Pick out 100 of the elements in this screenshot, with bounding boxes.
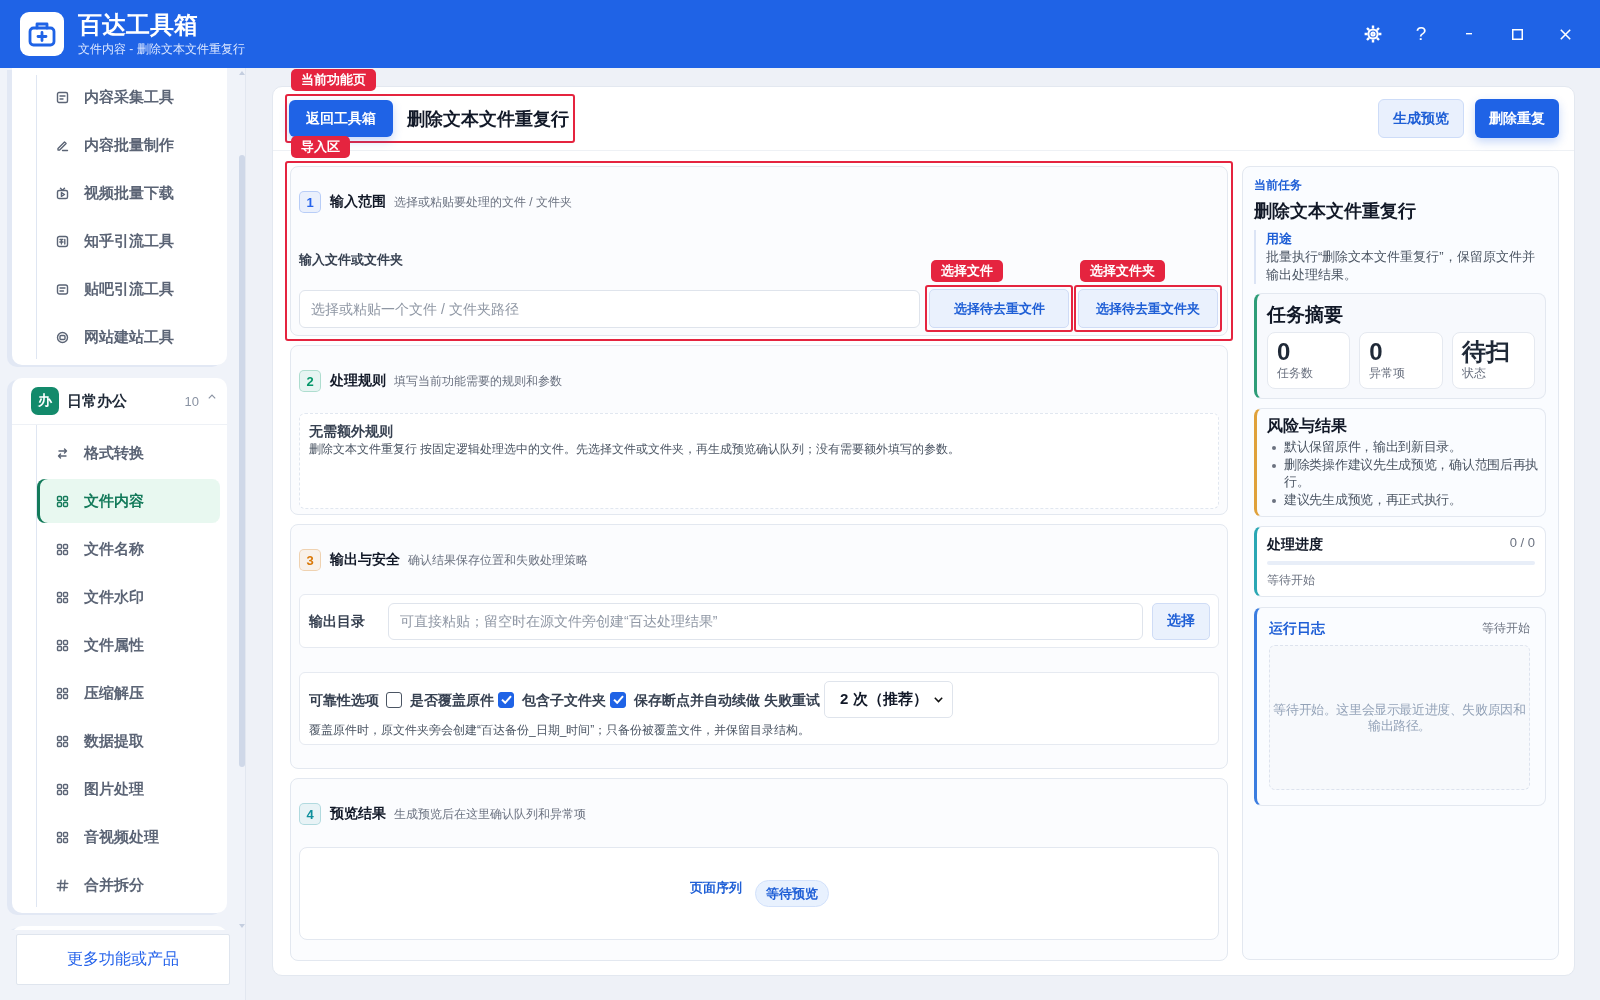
task-title: 删除文本文件重复行 <box>1254 200 1417 223</box>
checkbox[interactable] <box>386 691 402 708</box>
chevron-down-icon <box>934 696 943 703</box>
card-title: 运行日志 <box>1269 619 1325 637</box>
checkmark-icon <box>500 695 512 704</box>
gear-icon <box>1364 25 1382 43</box>
ring-icon <box>56 330 69 344</box>
nav-item[interactable]: 文件水印 <box>37 575 220 619</box>
action-button[interactable]: 删除重复 <box>1475 99 1559 138</box>
card-title: 风险与结果 <box>1267 416 1348 436</box>
nav-item[interactable]: 格式转换 <box>37 431 220 475</box>
swap-arrows-icon <box>56 446 69 460</box>
section-title: 处理规则 <box>330 372 386 390</box>
group-badge: 办 <box>31 387 59 415</box>
step-badge: 1 <box>299 191 321 213</box>
app-title: 百达工具箱 <box>78 11 199 39</box>
path-input[interactable]: 选择或粘贴一个文件 / 文件夹路径 <box>299 289 920 328</box>
section-description: 选择或粘贴要处理的文件 / 文件夹 <box>394 193 572 211</box>
nav-item[interactable]: 内容批量制作 <box>37 123 220 167</box>
eyebrow-text: 当前任务 <box>1254 177 1303 193</box>
risk-text: 默认保留原件，输出到新目录。 <box>1284 439 1462 456</box>
step-badge: 2 <box>299 370 321 392</box>
bullet-icon <box>1272 498 1276 503</box>
section-title: 输出与安全 <box>330 551 400 569</box>
grid-icon <box>56 686 69 700</box>
option-label: 是否覆盖原件 <box>410 690 494 709</box>
stat-value: 0 <box>1277 338 1292 366</box>
step-badge: 3 <box>299 549 321 571</box>
callout-label: 导入区 <box>291 136 350 158</box>
grid-icon <box>56 830 69 844</box>
chevron-up-icon[interactable] <box>208 394 216 399</box>
nav-item[interactable]: 压缩解压 <box>37 671 220 715</box>
bullet-icon <box>1272 446 1276 450</box>
nav-item[interactable]: 视频批量下载 <box>37 171 220 215</box>
note-icon <box>56 282 69 296</box>
grid-icon <box>56 494 69 508</box>
card-title: 任务摘要 <box>1267 303 1344 327</box>
section-title: 输入范围 <box>330 193 386 211</box>
select-button[interactable]: 选择待去重文件 <box>929 289 1069 328</box>
field-label: 输入文件或文件夹 <box>299 251 404 269</box>
progress-status: 等待开始 <box>1267 572 1316 588</box>
section-description: 生成预览后在这里确认队列和异常项 <box>394 805 586 823</box>
minimize-icon <box>1466 33 1472 35</box>
nav-item[interactable]: 内容采集工具 <box>37 75 220 119</box>
nav-item[interactable]: 网站建站工具 <box>37 315 220 359</box>
nav-item[interactable]: 文件名称 <box>37 527 220 571</box>
checkbox[interactable] <box>498 691 514 708</box>
app-subtitle: 文件内容 - 删除文本文件重复行 <box>78 41 245 57</box>
nav-item[interactable]: 音视频处理 <box>37 815 220 859</box>
nav-item[interactable]: 知乎引流工具 <box>37 219 220 263</box>
section-description: 填写当前功能需要的规则和参数 <box>394 372 562 390</box>
nav-item[interactable]: 数据提取 <box>37 719 220 763</box>
document-icon <box>56 90 69 104</box>
square-icon <box>56 234 69 248</box>
triangle-down-icon <box>239 924 245 928</box>
callout-label: 选择文件 <box>931 260 1003 282</box>
preview-label: 页面序列 <box>689 879 742 897</box>
log-status: 等待开始 <box>1482 620 1530 636</box>
back-button[interactable]: 返回工具箱 <box>289 100 393 137</box>
more-products-button[interactable]: 更多功能或产品 <box>16 934 230 985</box>
section-description: 确认结果保存位置和失败处理策略 <box>408 551 588 569</box>
group-title[interactable]: 日常办公 <box>67 391 127 411</box>
note-text: 覆盖原件时，原文件夹旁会创建“百达备份_日期_时间”；只备份被覆盖文件，并保留目录结构。 <box>309 722 812 738</box>
nav-item[interactable]: 合并拆分 <box>37 863 220 907</box>
nav-item[interactable]: 文件属性 <box>37 623 220 667</box>
rule-title: 无需额外规则 <box>309 422 394 440</box>
choose-button[interactable]: 选择 <box>1152 602 1210 640</box>
section-title: 预览结果 <box>330 805 386 823</box>
page-title: 删除文本文件重复行 <box>407 107 569 131</box>
hash-icon <box>56 878 69 892</box>
output-folder-input[interactable]: 可直接粘贴；留空时在源文件旁创建“百达处理结果” <box>388 602 1143 640</box>
stat-label: 任务数 <box>1277 365 1314 381</box>
triangle-up-icon <box>239 71 245 75</box>
progress-count: 0 / 0 <box>1509 534 1535 550</box>
checkmark-icon <box>612 695 624 704</box>
stat-value: 待扫 <box>1461 338 1511 366</box>
option-label: 保存断点并自动续做 <box>634 690 760 709</box>
retry-select[interactable]: 2 次（推荐） <box>824 681 953 718</box>
bullet-icon <box>1272 463 1276 468</box>
scrollbar-thumb[interactable] <box>239 155 245 767</box>
select-button[interactable]: 选择待去重文件夹 <box>1078 289 1218 328</box>
step-badge: 4 <box>299 803 321 825</box>
item-count: 10 <box>184 393 199 409</box>
help-button[interactable]: ? <box>1397 14 1445 54</box>
risk-text: 删除类操作建议先生成预览，确认范围后再执行。 <box>1284 456 1539 491</box>
tv-icon <box>56 186 69 200</box>
grid-icon <box>56 734 69 748</box>
stat-label: 异常项 <box>1369 365 1407 381</box>
risk-text: 建议先生成预览，再正式执行。 <box>1284 491 1462 509</box>
checkbox[interactable] <box>610 691 626 708</box>
close-icon <box>1559 28 1571 40</box>
nav-item[interactable]: 文件内容 <box>37 479 220 523</box>
briefcase-plus-icon <box>20 12 64 56</box>
action-button[interactable]: 生成预览 <box>1378 99 1464 138</box>
purpose-label: 用途 <box>1266 230 1293 248</box>
nav-item[interactable]: 贴吧引流工具 <box>37 267 220 311</box>
purpose-text: 批量执行“删除文本文件重复行”，保留原文件并输出处理结果。 <box>1266 248 1536 284</box>
grid-icon <box>56 782 69 796</box>
maximize-icon <box>1511 28 1523 40</box>
nav-item[interactable]: 图片处理 <box>37 767 220 811</box>
